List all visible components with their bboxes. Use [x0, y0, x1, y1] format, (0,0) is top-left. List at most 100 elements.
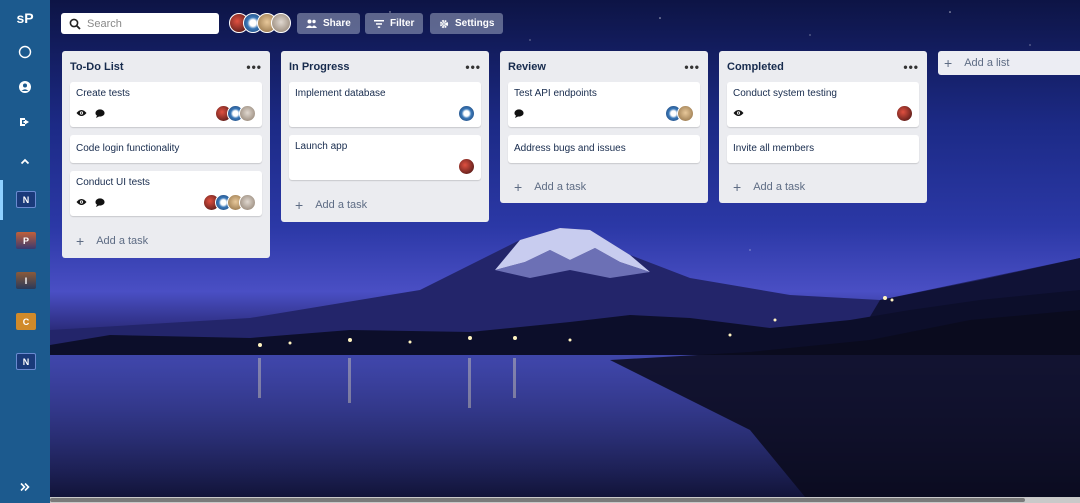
list-completed: Completed ••• Conduct system testing Inv…: [719, 51, 927, 203]
member-avatar: [458, 157, 475, 175]
task-card[interactable]: Address bugs and issues: [508, 135, 700, 163]
comment-icon: [95, 197, 105, 207]
share-label: Share: [323, 18, 351, 29]
task-card[interactable]: Code login functionality: [70, 135, 262, 163]
task-card[interactable]: Invite all members: [727, 135, 919, 163]
member-avatar[interactable]: [271, 13, 291, 33]
member-avatar: [896, 104, 913, 122]
list-todo: To-Do List ••• Create tests Code login f…: [62, 51, 270, 258]
add-task-label: Add a task: [753, 181, 806, 193]
chevron-up-icon[interactable]: [15, 152, 35, 172]
plus-icon: +: [295, 197, 304, 213]
task-members: [665, 104, 694, 122]
comment-icon: [95, 108, 105, 118]
task-members: [896, 104, 913, 122]
task-members: [215, 104, 256, 122]
member-avatar: [239, 104, 256, 122]
sidebar-board-1[interactable]: N: [16, 191, 36, 208]
search-box[interactable]: [61, 13, 219, 34]
task-title: Address bugs and issues: [514, 143, 626, 154]
task-card[interactable]: Launch app: [289, 135, 481, 180]
home-icon[interactable]: [15, 42, 35, 62]
list-menu-icon[interactable]: •••: [246, 60, 262, 74]
horizontal-scrollbar[interactable]: [50, 497, 1080, 503]
add-task-button[interactable]: + Add a task: [727, 171, 919, 203]
plus-icon: +: [733, 179, 742, 195]
member-avatar: [458, 104, 475, 122]
sidebar-board-4[interactable]: C: [16, 313, 36, 330]
task-title: Launch app: [295, 141, 348, 152]
task-card[interactable]: Test API endpoints: [508, 82, 700, 127]
member-avatar: [239, 193, 256, 211]
add-list-label: Add a list: [964, 57, 1010, 69]
plus-icon: +: [944, 55, 953, 71]
task-card[interactable]: Create tests: [70, 82, 262, 127]
search-input[interactable]: [87, 17, 207, 30]
task-title: Code login functionality: [76, 143, 180, 154]
add-task-button[interactable]: + Add a task: [508, 171, 700, 203]
add-list-button[interactable]: + Add a list: [938, 51, 1080, 75]
board-letter: C: [22, 316, 30, 327]
board-letter: N: [22, 194, 30, 205]
member-avatar: [677, 104, 694, 122]
task-card[interactable]: Conduct system testing: [727, 82, 919, 127]
list-header: To-Do List •••: [70, 51, 262, 82]
share-button[interactable]: Share: [297, 13, 360, 34]
task-title: Conduct system testing: [733, 88, 837, 99]
eye-icon: [76, 199, 87, 205]
add-task-button[interactable]: + Add a task: [70, 224, 262, 258]
app-logo[interactable]: sP: [0, 10, 50, 26]
scrollbar-thumb[interactable]: [50, 498, 1025, 502]
task-title: Test API endpoints: [514, 88, 597, 99]
eye-icon: [733, 110, 744, 116]
list-header: Completed •••: [727, 51, 919, 82]
list-title: Review: [508, 60, 546, 73]
gear-icon: [439, 19, 449, 28]
board-members[interactable]: [229, 13, 291, 35]
profile-icon[interactable]: [15, 77, 35, 97]
expand-sidebar-icon[interactable]: [15, 477, 35, 497]
filter-icon: [374, 19, 384, 28]
list-menu-icon[interactable]: •••: [903, 60, 919, 74]
sidebar: sP N P I C N: [0, 0, 50, 503]
board-letter: N: [22, 356, 30, 367]
search-icon: [69, 18, 81, 30]
comment-icon: [514, 108, 524, 118]
list-title: To-Do List: [70, 60, 124, 73]
sidebar-board-3[interactable]: I: [16, 272, 36, 289]
add-task-label: Add a task: [534, 181, 587, 193]
logout-icon[interactable]: [15, 112, 35, 132]
settings-button[interactable]: Settings: [430, 13, 504, 34]
list-title: In Progress: [289, 60, 350, 73]
plus-icon: +: [514, 179, 523, 195]
list-in-progress: In Progress ••• Implement database Launc…: [281, 51, 489, 222]
filter-label: Filter: [390, 18, 415, 29]
list-title: Completed: [727, 60, 784, 73]
list-header: In Progress •••: [289, 51, 481, 82]
plus-icon: +: [76, 233, 85, 249]
list-review: Review ••• Test API endpoints Address bu…: [500, 51, 708, 203]
active-board-indicator: [0, 180, 3, 220]
sidebar-board-5[interactable]: N: [16, 353, 36, 370]
sidebar-board-2[interactable]: P: [16, 232, 36, 249]
add-task-label: Add a task: [96, 235, 149, 247]
users-icon: [306, 19, 317, 28]
list-menu-icon[interactable]: •••: [684, 60, 700, 74]
task-title: Invite all members: [733, 143, 815, 154]
task-members: [203, 193, 256, 211]
list-menu-icon[interactable]: •••: [465, 60, 481, 74]
task-card[interactable]: Implement database: [289, 82, 481, 127]
add-task-label: Add a task: [315, 199, 368, 211]
task-card[interactable]: Conduct UI tests: [70, 171, 262, 216]
board-letter: P: [22, 235, 29, 246]
filter-button[interactable]: Filter: [365, 13, 424, 34]
board-letter: I: [24, 275, 28, 286]
add-task-button[interactable]: + Add a task: [289, 188, 481, 222]
task-members: [458, 104, 475, 122]
task-members: [458, 157, 475, 175]
task-title: Implement database: [295, 88, 386, 99]
list-header: Review •••: [508, 51, 700, 82]
task-title: Conduct UI tests: [76, 177, 150, 188]
eye-icon: [76, 110, 87, 116]
task-title: Create tests: [76, 88, 130, 99]
